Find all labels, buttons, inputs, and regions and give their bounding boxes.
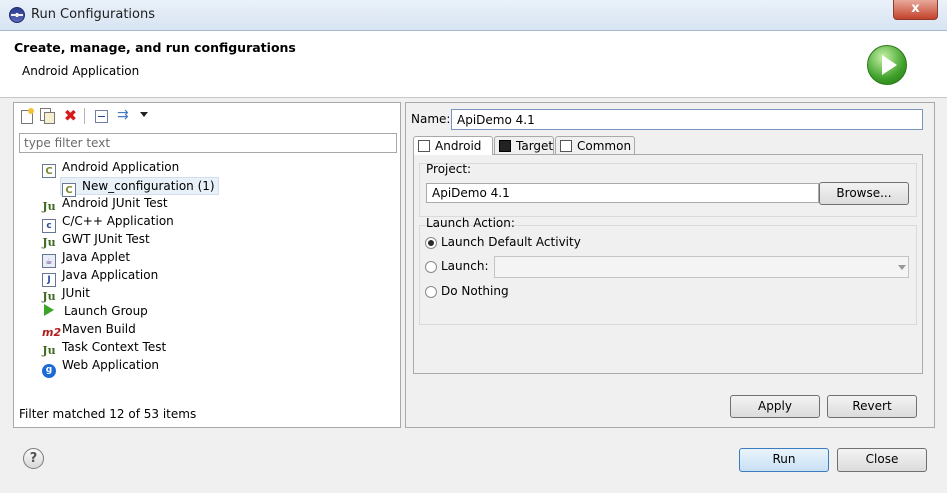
launch-group-icon — [44, 304, 54, 316]
run-button[interactable]: Run — [739, 448, 829, 472]
configuration-editor-panel: Name: Android Target Common Project: Bro… — [405, 102, 935, 428]
apply-button[interactable]: Apply — [730, 395, 820, 418]
dialog-heading: Create, manage, and run configurations — [14, 40, 296, 55]
browse-button[interactable]: Browse... — [819, 182, 909, 205]
filter-status: Filter matched 12 of 53 items — [19, 407, 197, 421]
window-title: Run Configurations — [31, 7, 155, 22]
tree-item-maven-build[interactable]: m2Maven Build — [42, 320, 136, 339]
help-icon[interactable]: ? — [23, 448, 44, 469]
tree-item-label: JUnit — [62, 286, 90, 300]
window-close-button[interactable]: x — [893, 0, 938, 20]
name-label: Name: — [411, 112, 451, 126]
web-app-icon: g — [42, 364, 56, 378]
tree-item-label: Launch Group — [64, 304, 148, 318]
close-button[interactable]: Close — [837, 448, 927, 472]
filter-input[interactable] — [19, 133, 397, 153]
tree-item-android-junit-test[interactable]: Ju Android JUnit Test — [42, 194, 168, 213]
filter-icon[interactable]: ⇉ — [117, 108, 132, 123]
tree-item-label: Java Application — [62, 268, 159, 282]
tree-item-label: Android JUnit Test — [62, 196, 168, 210]
toolbar-separator — [84, 108, 85, 124]
tree-item-launch-group[interactable]: Launch Group — [42, 302, 148, 320]
tree-item-label: New_configuration (1) — [82, 179, 215, 193]
run-icon — [867, 45, 907, 85]
launch-action-label: Launch Action: — [426, 216, 515, 230]
dialog-subheading: Android Application — [22, 64, 140, 78]
tab-label: Target — [516, 139, 554, 153]
tree-item-java-applet[interactable]: ☕ Java Applet — [42, 248, 131, 268]
tree-item-label: Java Applet — [62, 250, 131, 264]
do-nothing-radio[interactable] — [425, 286, 437, 298]
tree-item-label: Maven Build — [62, 322, 136, 336]
tree-item-task-context-test[interactable]: Ju Task Context Test — [42, 338, 167, 357]
name-input[interactable] — [451, 109, 923, 130]
delete-icon[interactable]: ✖ — [63, 108, 78, 124]
tree-item-java-application[interactable]: J Java Application — [42, 266, 159, 287]
tab-label: Common — [577, 139, 632, 153]
project-input[interactable] — [426, 183, 819, 203]
tree-item-gwt-junit-test[interactable]: Ju GWT JUnit Test — [42, 230, 150, 249]
configuration-tree-panel: ✖ ⇉ C Android Application CNew_configurat… — [13, 102, 401, 428]
android-tab-icon — [418, 140, 430, 152]
tab-android[interactable]: Android — [413, 136, 493, 155]
eclipse-icon — [9, 7, 25, 23]
tree-item-label: Task Context Test — [62, 340, 167, 354]
new-config-icon[interactable] — [19, 108, 34, 124]
activity-select[interactable] — [494, 256, 909, 278]
tree-item-android-application[interactable]: C Android Application — [42, 158, 180, 178]
tree-item-web-application[interactable]: g Web Application — [42, 356, 160, 378]
project-label: Project: — [426, 162, 472, 176]
chevron-down-icon — [898, 265, 906, 270]
dialog-header: Create, manage, and run configurations A… — [0, 31, 947, 98]
title-bar: Run Configurations x — [0, 0, 947, 31]
target-tab-icon — [499, 140, 511, 152]
common-tab-icon — [560, 140, 572, 152]
do-nothing-label: Do Nothing — [441, 284, 509, 298]
tree-item-new-configuration[interactable]: C New_configuration (1) — [60, 177, 219, 197]
launch-activity-radio[interactable] — [425, 261, 437, 273]
collapse-all-icon[interactable] — [94, 108, 109, 123]
tree-item-label: Android Application — [62, 160, 180, 174]
tree-item-label: C/C++ Application — [62, 214, 174, 228]
revert-button[interactable]: Revert — [827, 395, 917, 418]
tree-item-junit[interactable]: Ju JUnit — [42, 284, 90, 303]
tab-common[interactable]: Common — [555, 136, 635, 155]
launch-default-label: Launch Default Activity — [441, 235, 581, 249]
tree-item-label: GWT JUnit Test — [62, 232, 150, 246]
android-app-icon: C — [42, 164, 56, 178]
tree-item-label: Web Application — [62, 358, 160, 372]
duplicate-icon[interactable] — [39, 108, 55, 124]
tree-item-cpp-application[interactable]: c C/C++ Application — [42, 212, 174, 233]
launch-default-radio[interactable] — [425, 237, 437, 249]
tab-target[interactable]: Target — [494, 136, 554, 155]
launch-activity-label: Launch: — [441, 259, 489, 273]
dropdown-arrow-icon[interactable] — [140, 112, 148, 117]
tab-label: Android — [435, 139, 482, 153]
